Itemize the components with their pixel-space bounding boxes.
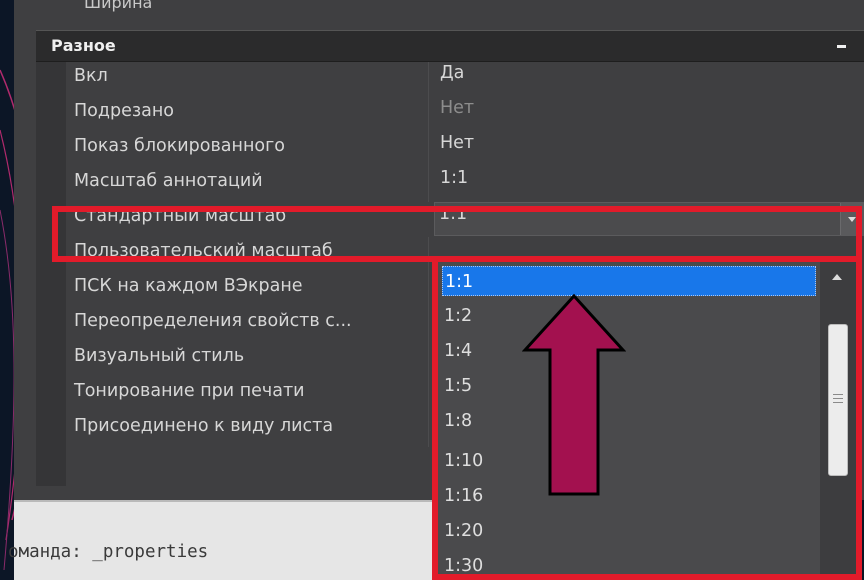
command-line-text: оманда: _properties <box>8 542 209 562</box>
property-name: Пользовательский масштаб <box>74 241 333 261</box>
scroll-thumb[interactable] <box>828 324 848 476</box>
property-name: Присоединено к виду листа <box>74 416 334 436</box>
dropdown-option[interactable]: 1:1 <box>442 266 816 296</box>
row-gutter <box>36 62 66 486</box>
property-name: Визуальный стиль <box>74 346 245 366</box>
section-title: Разное <box>51 36 116 55</box>
property-name: Подрезано <box>74 101 175 121</box>
property-value[interactable]: 1:1 <box>440 168 468 188</box>
clipped-property-label: Ширина <box>84 0 153 12</box>
scroll-thumb-grip-icon <box>833 398 843 399</box>
property-row-annotation-scale[interactable]: Масштаб аннотаций 1:1 <box>66 167 864 202</box>
dropdown-option[interactable]: 1:4 <box>442 336 816 366</box>
column-divider <box>428 132 429 167</box>
dropdown-scrollbar[interactable] <box>820 262 856 574</box>
up-arrow-icon <box>522 293 626 496</box>
standard-scale-combobox[interactable]: 1:1 <box>434 202 864 236</box>
property-row-display-locked[interactable]: Показ блокированного Нет <box>66 132 864 167</box>
minus-icon[interactable] <box>837 45 846 48</box>
dropdown-option[interactable]: 1:5 <box>442 371 816 401</box>
dropdown-option[interactable]: 1:30 <box>442 551 816 574</box>
property-name: ПСК на каждом ВЭкране <box>74 276 303 296</box>
scroll-thumb-grip-icon <box>833 394 843 395</box>
column-divider <box>428 377 429 412</box>
property-row-clipped[interactable]: Подрезано Нет <box>66 97 864 132</box>
column-divider <box>428 412 429 447</box>
column-divider <box>428 62 429 97</box>
dropdown-option[interactable]: 1:8 <box>442 406 816 436</box>
column-divider <box>428 237 429 272</box>
property-value[interactable]: Нет <box>440 133 474 153</box>
dropdown-option[interactable]: 1:20 <box>442 516 816 546</box>
dropdown-option[interactable]: 1:16 <box>442 481 816 511</box>
property-row-standard-scale[interactable]: Стандартный масштаб 1:1 <box>66 202 864 237</box>
column-divider <box>428 272 429 307</box>
scroll-thumb-grip-icon <box>833 402 843 403</box>
property-value[interactable]: Да <box>440 63 464 83</box>
property-row-on[interactable]: Вкл Да <box>66 62 864 97</box>
column-divider <box>428 167 429 202</box>
property-name: Вкл <box>74 66 108 86</box>
property-name: Показ блокированного <box>74 136 285 156</box>
property-name: Стандартный масштаб <box>74 206 287 226</box>
dropdown-option[interactable]: 1:2 <box>442 301 816 331</box>
property-name: Тонирование при печати <box>74 381 305 401</box>
command-line[interactable]: оманда: _properties <box>8 500 432 580</box>
column-divider <box>428 97 429 132</box>
property-value: Нет <box>440 98 475 118</box>
chevron-down-icon[interactable] <box>840 203 863 235</box>
property-name: Масштаб аннотаций <box>74 171 263 191</box>
dropdown-option[interactable]: 1:10 <box>442 446 816 476</box>
scale-dropdown-list[interactable]: 1:1 1:2 1:4 1:5 1:8 1:10 1:16 1:20 1:30 <box>432 256 862 580</box>
section-header-misc[interactable]: Разное <box>36 30 864 62</box>
combobox-value: 1:1 <box>439 204 468 224</box>
scroll-up-arrow-icon[interactable] <box>832 274 842 280</box>
column-divider <box>428 307 429 342</box>
property-name: Переопределения свойств с... <box>74 311 352 331</box>
column-divider <box>428 342 429 377</box>
